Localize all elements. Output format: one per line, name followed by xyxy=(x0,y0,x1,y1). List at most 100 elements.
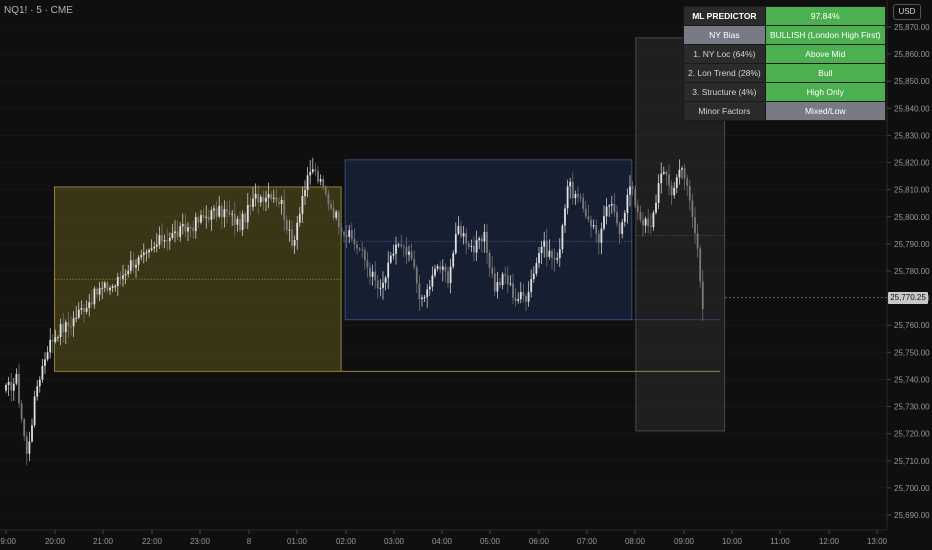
candle-body xyxy=(166,240,169,242)
candle-body xyxy=(623,212,626,223)
candle-body xyxy=(574,194,577,199)
candle-body xyxy=(582,198,585,209)
candle-body xyxy=(701,281,704,309)
candle-body xyxy=(210,210,213,220)
candle-body xyxy=(532,273,535,280)
ml-row-value: High Only xyxy=(764,82,886,102)
candle-body xyxy=(449,266,452,284)
candle-body xyxy=(259,196,262,203)
ml-row-label: 2. Lon Trend (28%) xyxy=(683,63,766,83)
candle-body xyxy=(5,385,7,391)
candle-body xyxy=(244,213,247,223)
candle-body xyxy=(317,170,319,182)
candle-body xyxy=(506,275,509,284)
candle-body xyxy=(236,218,239,225)
candle-body xyxy=(460,226,462,237)
ml-row-label: 1. NY Loc (64%) xyxy=(683,44,766,64)
candle-body xyxy=(621,222,624,234)
candle-body xyxy=(83,308,85,312)
candle-body xyxy=(496,281,499,292)
candle-body xyxy=(168,237,171,242)
candle-body xyxy=(652,212,655,228)
candle-body xyxy=(345,235,348,237)
currency-button[interactable]: USD xyxy=(893,4,921,20)
candle-body xyxy=(655,202,657,213)
candle-body xyxy=(361,249,364,251)
candle-body xyxy=(556,258,559,260)
candle-body xyxy=(590,219,592,227)
candle-body xyxy=(38,379,41,387)
candle-body xyxy=(184,224,187,232)
y-tick-label: 25,700.00 xyxy=(894,484,930,493)
candle-body xyxy=(548,250,551,257)
time-axis[interactable]: 19:00 20:00 21:00 22:00 23:00 8 01:00 02:00 03:0… xyxy=(0,530,888,546)
x-tick-label: 08:00 xyxy=(625,537,646,546)
x-tick-label: 13:00 xyxy=(867,537,888,546)
candle-body xyxy=(49,339,52,353)
candle-body xyxy=(200,215,202,223)
candle-body xyxy=(215,208,218,217)
candle-body xyxy=(512,283,514,298)
candle-body xyxy=(171,233,174,238)
candle-body xyxy=(96,288,98,295)
candle-body xyxy=(103,282,106,288)
candle-body xyxy=(311,169,314,172)
candle-body xyxy=(530,279,533,293)
candle-body xyxy=(15,373,18,384)
candle-body xyxy=(434,268,436,276)
candle-body xyxy=(454,233,457,254)
candle-body xyxy=(374,271,377,281)
candle-body xyxy=(265,197,267,202)
candle-body xyxy=(233,213,236,225)
candle-body xyxy=(587,216,590,220)
candle-body xyxy=(194,217,197,232)
x-tick-label: 01:00 xyxy=(287,537,308,546)
candle-body xyxy=(670,185,673,196)
y-tick-label: 25,800.00 xyxy=(894,213,930,222)
candle-body xyxy=(280,199,283,204)
candle-body xyxy=(626,194,629,213)
candle-body xyxy=(85,307,88,312)
candle-body xyxy=(408,251,410,255)
candle-body xyxy=(54,337,57,342)
candle-body xyxy=(306,175,309,191)
symbol-label[interactable]: NQ1! · 5 · CME xyxy=(4,5,73,16)
candle-body xyxy=(608,205,611,207)
candle-body xyxy=(350,230,353,240)
candle-body xyxy=(327,193,330,205)
candle-body xyxy=(127,270,130,274)
candle-body xyxy=(18,373,20,404)
candle-body xyxy=(613,203,616,212)
candle-body xyxy=(376,280,379,288)
candle-body xyxy=(486,231,488,253)
candle-body xyxy=(514,297,517,301)
candle-body xyxy=(566,186,569,209)
candle-body xyxy=(75,317,78,319)
candle-body xyxy=(296,222,299,241)
candle-body xyxy=(371,271,374,277)
y-tick-label: 25,730.00 xyxy=(894,403,930,412)
candle-body xyxy=(405,247,408,255)
candle-body xyxy=(413,259,416,268)
candle-body xyxy=(41,365,44,380)
ml-predictor-table: ML PREDICTOR 97.84% NY Bias BULLISH (London… xyxy=(683,6,886,121)
candle-body xyxy=(395,244,397,254)
candle-body xyxy=(132,260,135,268)
candle-body xyxy=(241,213,244,231)
ml-row-value: 97.84% xyxy=(764,6,886,26)
price-axis[interactable]: 25,870.00 25,860.00 25,850.00 25,840.00 25,8… xyxy=(887,23,930,520)
candle-body xyxy=(410,251,413,260)
candle-body xyxy=(488,252,491,268)
candle-body xyxy=(116,277,119,287)
current-price-tag: 25,770.25 xyxy=(888,292,928,304)
candle-body xyxy=(668,174,670,186)
candle-body xyxy=(314,169,317,171)
candle-body xyxy=(57,337,59,339)
ml-table-row: NY Bias BULLISH (London High First) xyxy=(683,25,886,45)
candle-body xyxy=(140,255,143,258)
candle-body xyxy=(129,260,132,271)
ml-row-value: Above Mid xyxy=(764,44,886,64)
candle-body xyxy=(382,282,384,288)
candle-body xyxy=(44,359,46,366)
x-tick-label: 12:00 xyxy=(819,537,840,546)
